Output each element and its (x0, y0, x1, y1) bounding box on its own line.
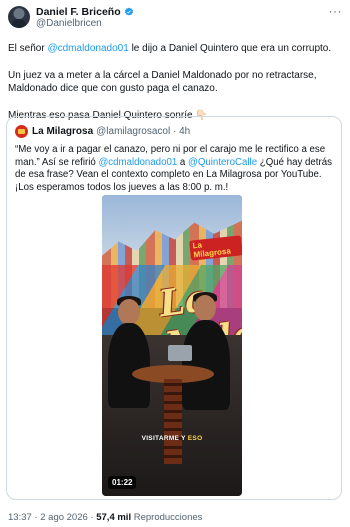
quoted-author-handle[interactable]: @lamilagrosacol (96, 126, 170, 138)
quoted-tweet-header: La Milagrosa @lamilagrosacol · 4h (15, 125, 333, 138)
author-display-name-text[interactable]: Daniel F. Briceño (36, 6, 121, 18)
author-names: Daniel F. Briceño @Danielbricen (36, 6, 134, 30)
author-avatar[interactable] (8, 6, 30, 28)
mention-link[interactable]: @cdmaldonado01 (47, 43, 128, 54)
quoted-author-avatar[interactable] (15, 125, 28, 138)
tweet-text-span: le dijo a Daniel Quintero que era un cor… (128, 43, 332, 54)
tweet-paragraph-1: El señor @cdmaldonado01 le dijo a Daniel… (8, 42, 342, 56)
video-caption: VISITARME Y ESO (102, 435, 242, 442)
author-handle[interactable]: @Danielbricen (36, 18, 134, 30)
video-player[interactable]: La Mila La Milagrosa VISITARME Y ESO 01:… (102, 195, 242, 496)
quoted-text-span: a (177, 156, 189, 168)
quoted-separator: · (170, 125, 180, 137)
quoted-author-name[interactable]: La Milagrosa (32, 126, 93, 138)
video-laptop (168, 345, 192, 361)
verified-badge-icon (124, 7, 134, 17)
video-caption-yellow: ESO (187, 435, 203, 442)
footer-separator: · (90, 512, 94, 523)
tweet-header: Daniel F. Briceño @Danielbricen ··· (8, 4, 343, 32)
ellipsis-icon: ··· (328, 4, 342, 18)
tweet-paragraph-2: Un juez va a meter a la cárcel a Daniel … (8, 69, 317, 95)
tweet-time[interactable]: 13:37 (8, 512, 32, 523)
more-options-button[interactable]: ··· (328, 4, 343, 18)
video-caption-white: VISITARME Y (141, 435, 186, 442)
views-count: 57,4 mil (96, 512, 132, 523)
tweet-text: El señor @cdmaldonado01 le dijo a Daniel… (8, 42, 342, 122)
views-label: Reproducciones (133, 512, 203, 523)
video-table-stand (164, 379, 182, 464)
video-duration: 01:22 (108, 476, 137, 489)
mention-link[interactable]: @QuinteroCalle (188, 157, 257, 168)
quoted-tweet[interactable]: La Milagrosa @lamilagrosacol · 4h “Me vo… (6, 116, 342, 500)
tweet-footer: 13:37 · 2 ago 2026 · 57,4 mil Reproducci… (8, 512, 202, 523)
footer-separator: · (34, 512, 38, 523)
tweet-date[interactable]: 2 ago 2026 (40, 512, 88, 523)
author-display-name[interactable]: Daniel F. Briceño (36, 6, 134, 18)
video-person-right-head (194, 295, 216, 321)
video-person-left-head (118, 299, 140, 325)
tweet-text-span: El señor (8, 43, 48, 54)
quoted-tweet-text: “Me voy a ir a pagar el canazo, pero ni … (15, 144, 333, 194)
video-person-left (108, 323, 150, 408)
quoted-timestamp[interactable]: 4h (179, 126, 190, 138)
mention-link[interactable]: @cdmaldonado01 (98, 157, 177, 168)
tweet: Daniel F. Briceño @Danielbricen ··· El s… (0, 0, 350, 527)
